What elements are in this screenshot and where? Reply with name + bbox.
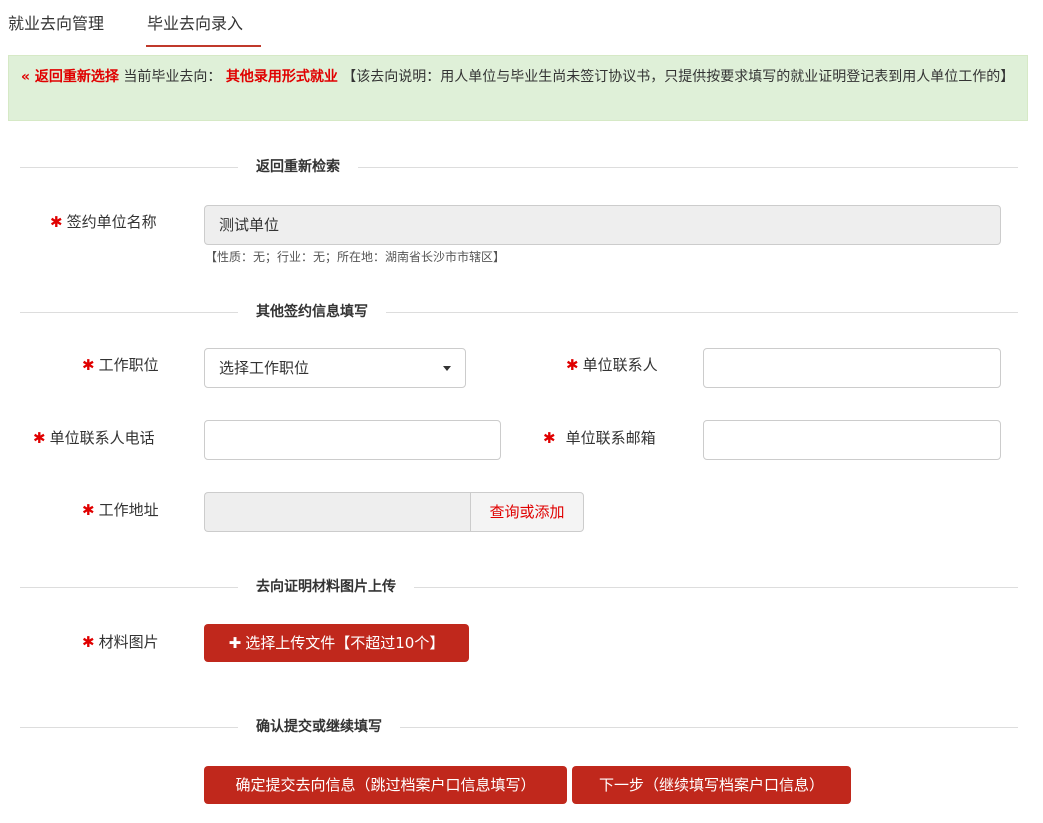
tab-graduate-destination-entry[interactable]: 毕业去向录入 xyxy=(147,10,243,34)
plus-icon: ✚ xyxy=(228,634,242,652)
section-divider-confirm: 确认提交或继续填写 xyxy=(20,717,1018,737)
contact-phone-label: ✱ 单位联系人电话 xyxy=(33,429,155,447)
required-asterisk-icon: ✱ xyxy=(543,429,556,447)
contact-person-label: ✱ 单位联系人 xyxy=(566,356,658,374)
section-title-upload: 去向证明材料图片上传 xyxy=(238,577,414,597)
material-images-label: ✱ 材料图片 xyxy=(82,633,159,651)
section-title-other-info: 其他签约信息填写 xyxy=(238,302,386,322)
section-divider-upload: 去向证明材料图片上传 xyxy=(20,577,1018,597)
tab-bar: 就业去向管理 毕业去向录入 xyxy=(0,0,1043,48)
destination-notice: « 返回重新选择 当前毕业去向： 其他录用形式就业 【该去向说明：用人单位与毕业… xyxy=(8,55,1028,121)
work-address-label: ✱ 工作地址 xyxy=(82,501,159,519)
required-asterisk-icon: ✱ xyxy=(50,213,63,231)
job-position-label: ✱ 工作职位 xyxy=(82,356,159,374)
caret-down-icon xyxy=(443,366,451,371)
required-asterisk-icon: ✱ xyxy=(566,356,579,374)
required-asterisk-icon: ✱ xyxy=(82,356,95,374)
unit-name-label: ✱ 签约单位名称 xyxy=(50,213,157,231)
unit-name-field: 测试单位 xyxy=(204,205,1001,245)
work-address-input xyxy=(204,492,470,532)
upload-files-button[interactable]: ✚ 选择上传文件【不超过10个】 xyxy=(204,624,469,662)
required-asterisk-icon: ✱ xyxy=(82,501,95,519)
search-or-add-address-button[interactable]: 查询或添加 xyxy=(470,492,584,532)
required-asterisk-icon: ✱ xyxy=(33,429,46,447)
section-title-confirm: 确认提交或继续填写 xyxy=(238,717,400,737)
current-destination-value: 其他录用形式就业 xyxy=(225,69,338,85)
contact-email-input[interactable] xyxy=(703,420,1001,460)
job-position-selected: 选择工作职位 xyxy=(219,359,310,377)
next-step-button[interactable]: 下一步（继续填写档案户口信息） xyxy=(572,766,851,804)
submit-destination-button[interactable]: 确定提交去向信息（跳过档案户口信息填写） xyxy=(204,766,567,804)
contact-person-input[interactable] xyxy=(703,348,1001,388)
section-divider-other-info: 其他签约信息填写 xyxy=(20,302,1018,322)
section-title-search[interactable]: 返回重新检索 xyxy=(238,157,358,177)
tab-employment-management[interactable]: 就业去向管理 xyxy=(8,10,104,34)
destination-description: 【该去向说明：用人单位与毕业生尚未签订协议书，只提供按要求填写的就业证明登记表到… xyxy=(342,69,1015,85)
contact-phone-input[interactable] xyxy=(204,420,501,460)
back-reselect-link[interactable]: « 返回重新选择 xyxy=(21,69,119,85)
job-position-select[interactable]: 选择工作职位 xyxy=(204,348,466,388)
current-destination-prefix: 当前毕业去向： xyxy=(123,69,222,85)
active-tab-indicator xyxy=(146,45,261,47)
unit-name-hint: 【性质：无；行业：无；所在地：湖南省长沙市市辖区】 xyxy=(205,250,506,264)
section-divider-search: 返回重新检索 xyxy=(20,157,1018,177)
required-asterisk-icon: ✱ xyxy=(82,633,95,651)
contact-email-label: ✱ 单位联系邮箱 xyxy=(543,429,656,447)
